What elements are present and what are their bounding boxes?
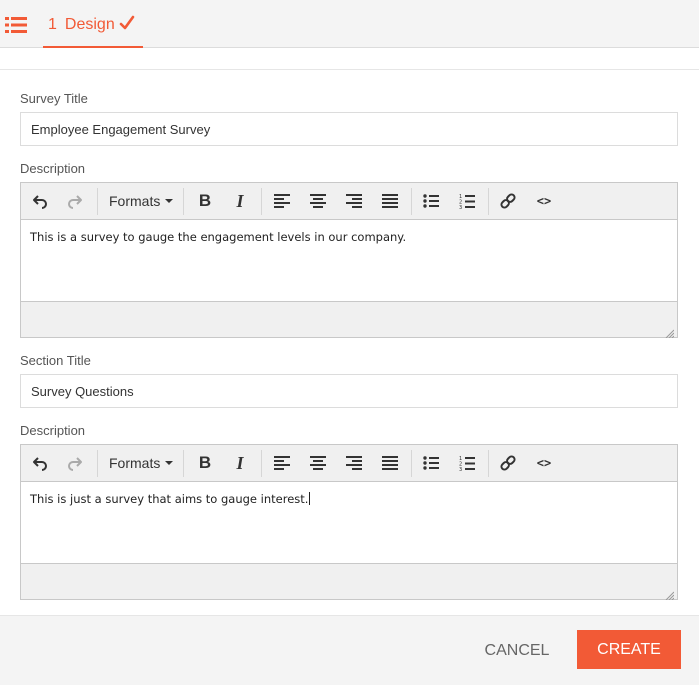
toolbar-divider — [488, 450, 489, 477]
toolbar-divider — [411, 188, 412, 215]
toolbar-divider — [261, 188, 262, 215]
editor-statusbar — [21, 301, 677, 339]
form-content: Survey Title Description Formats B I — [0, 69, 699, 615]
align-center-icon[interactable] — [304, 451, 332, 475]
check-icon — [119, 15, 135, 36]
formats-label: Formats — [109, 193, 161, 209]
italic-icon[interactable]: I — [226, 189, 254, 213]
bullet-list-icon[interactable] — [417, 451, 445, 475]
bullet-list-icon[interactable] — [417, 189, 445, 213]
editor-statusbar — [21, 563, 677, 601]
tab-design[interactable]: 1 Design — [43, 0, 143, 48]
description-editor-1: Formats B I 123 <> This is a survey to g… — [20, 182, 678, 339]
bold-icon[interactable]: B — [191, 451, 219, 475]
svg-text:3: 3 — [459, 467, 462, 471]
formats-dropdown[interactable]: Formats — [109, 451, 174, 475]
create-button[interactable]: CREATE — [577, 630, 681, 669]
survey-title-input[interactable] — [20, 112, 678, 146]
top-bar: 1 Design — [0, 0, 699, 48]
align-left-icon[interactable] — [268, 451, 296, 475]
editor-toolbar: Formats B I 123 <> — [21, 183, 677, 220]
link-icon[interactable] — [494, 189, 522, 213]
toolbar-divider — [261, 450, 262, 477]
tab-label: Design — [64, 16, 115, 33]
toolbar-divider — [183, 188, 184, 215]
redo-icon[interactable] — [61, 451, 89, 475]
code-icon[interactable]: <> — [530, 451, 558, 475]
toolbar-divider — [488, 188, 489, 215]
numbered-list-icon[interactable]: 123 — [453, 451, 481, 475]
list-icon[interactable] — [5, 14, 27, 36]
editor-toolbar: Formats B I 123 <> — [21, 445, 677, 482]
description-editor-body-2[interactable]: This is just a survey that aims to gauge… — [21, 482, 677, 563]
align-justify-icon[interactable] — [376, 451, 404, 475]
italic-icon[interactable]: I — [226, 451, 254, 475]
resize-handle-icon[interactable] — [665, 587, 675, 601]
toolbar-divider — [411, 450, 412, 477]
toolbar-divider — [183, 450, 184, 477]
numbered-list-icon[interactable]: 123 — [453, 189, 481, 213]
link-icon[interactable] — [494, 451, 522, 475]
undo-icon[interactable] — [26, 189, 54, 213]
align-left-icon[interactable] — [268, 189, 296, 213]
caret-down-icon — [165, 199, 174, 203]
editor-text: This is just a survey that aims to gauge… — [30, 492, 309, 506]
code-icon[interactable]: <> — [530, 189, 558, 213]
description-label-1: Description — [20, 161, 86, 176]
form-footer: CANCEL CREATE — [0, 615, 699, 685]
caret-down-icon — [165, 461, 174, 465]
resize-handle-icon[interactable] — [665, 325, 675, 339]
align-justify-icon[interactable] — [376, 189, 404, 213]
cancel-button[interactable]: CANCEL — [475, 636, 559, 666]
redo-icon[interactable] — [61, 189, 89, 213]
bold-icon[interactable]: B — [191, 189, 219, 213]
section-title-label: Section Title — [20, 353, 91, 368]
formats-dropdown[interactable]: Formats — [109, 189, 174, 213]
toolbar-divider — [97, 188, 98, 215]
survey-title-label: Survey Title — [20, 91, 88, 106]
formats-label: Formats — [109, 455, 161, 471]
align-center-icon[interactable] — [304, 189, 332, 213]
toolbar-divider — [97, 450, 98, 477]
align-right-icon[interactable] — [340, 451, 368, 475]
text-cursor — [309, 492, 311, 505]
editor-text: This is a survey to gauge the engagement… — [30, 230, 407, 244]
section-title-input[interactable] — [20, 374, 678, 408]
svg-text:3: 3 — [459, 205, 462, 209]
description-editor-2: Formats B I 123 <> This is just a survey… — [20, 444, 678, 601]
tab-step-number: 1 — [48, 16, 57, 33]
description-editor-body-1[interactable]: This is a survey to gauge the engagement… — [21, 220, 677, 301]
undo-icon[interactable] — [26, 451, 54, 475]
description-label-2: Description — [20, 423, 86, 438]
align-right-icon[interactable] — [340, 189, 368, 213]
